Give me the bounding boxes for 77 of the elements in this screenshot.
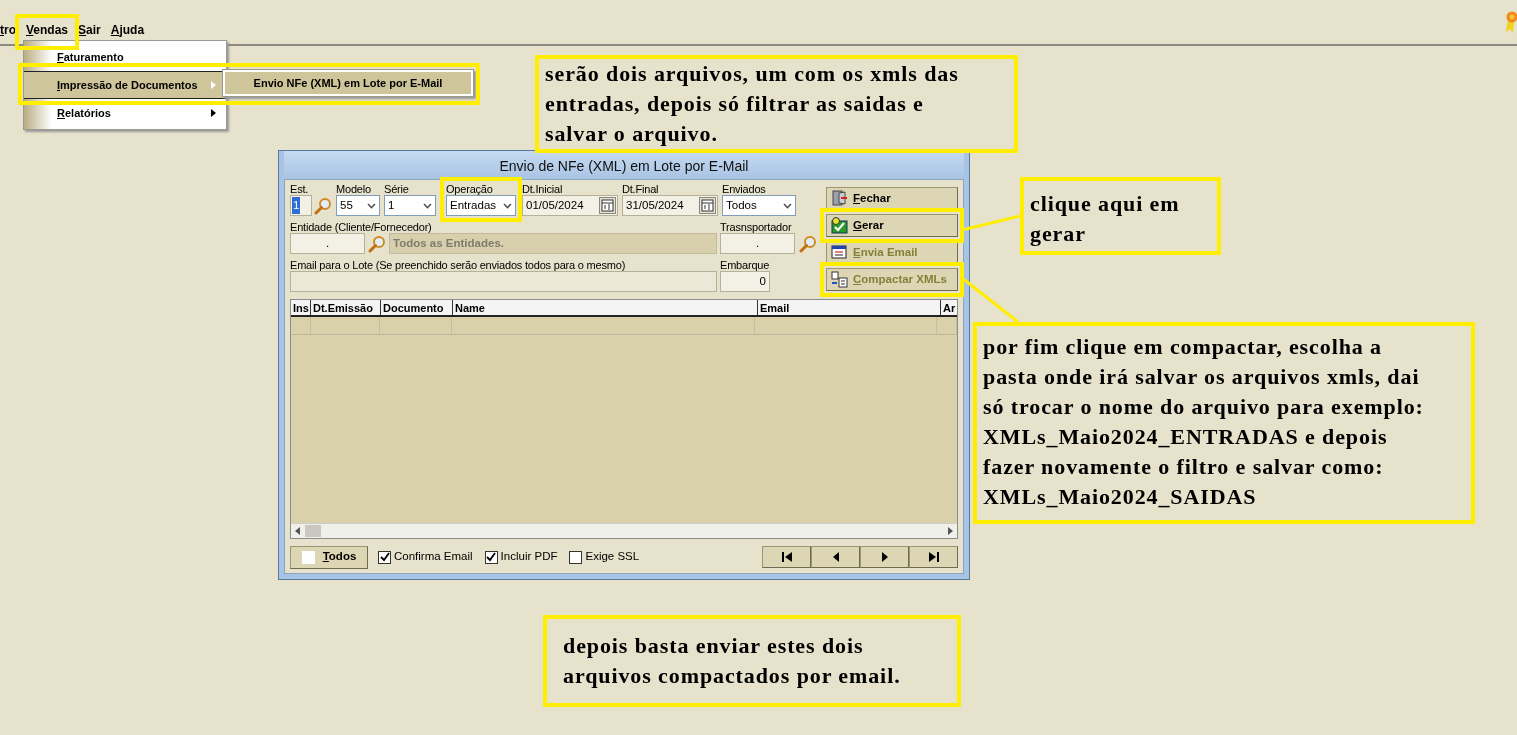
scroll-thumb[interactable] <box>305 525 321 537</box>
column-header[interactable]: Email <box>758 300 941 315</box>
text-field[interactable]: . <box>720 233 795 254</box>
caret-icon[interactable] <box>503 202 512 209</box>
navigation-button[interactable] <box>811 546 860 568</box>
navigation-button[interactable] <box>909 546 958 568</box>
column-header[interactable]: Dt.Emissão <box>311 300 381 315</box>
callout-note: depois basta enviar estes dois arquivos compactados por email. <box>543 615 961 707</box>
callout-note: clique aqui em gerar <box>1020 177 1221 255</box>
menu-item[interactable]: Faturamento <box>24 43 226 71</box>
checkbox[interactable]: Exige SSL <box>569 548 640 566</box>
submenu-arrow-icon <box>211 109 216 117</box>
field-label: Enviados <box>722 183 767 195</box>
navigation-button[interactable] <box>762 546 811 568</box>
menu-item[interactable]: tro <box>0 20 21 44</box>
column-header[interactable]: Ins <box>291 300 311 315</box>
text-field[interactable]: . <box>290 233 365 254</box>
select-field[interactable]: 55 <box>336 195 380 216</box>
field-label: Email para o Lote (Se preenchido serão enviados todos para o mesmo) <box>290 259 627 271</box>
navigation-button[interactable] <box>860 546 909 568</box>
field-label: Modelo <box>336 183 372 195</box>
submenu-arrow-icon <box>211 81 216 89</box>
callout-note: serão dois arquivos, um com os xmls das entradas, depois só filtrar as saidas e salvar o arquivo. <box>535 55 1018 153</box>
field-label: Série <box>384 183 410 195</box>
column-header[interactable]: Documento <box>381 300 453 315</box>
calendar-icon[interactable] <box>599 197 616 214</box>
horizontal-scrollbar[interactable] <box>291 523 957 538</box>
ribbon-icon <box>1505 10 1517 34</box>
text-field[interactable] <box>290 271 717 292</box>
menu-item[interactable]: Impressão de Documentos <box>24 71 226 99</box>
checkbox[interactable]: Incluir PDF <box>484 548 558 566</box>
menu-item[interactable]: Relatórios <box>24 99 226 127</box>
first-icon <box>780 551 793 563</box>
search-icon[interactable] <box>799 234 817 253</box>
check-icon <box>831 217 848 234</box>
calendar-icon[interactable] <box>699 197 716 214</box>
window-title: Envio de NFe (XML) em Lote por E-Mail <box>284 151 964 179</box>
select-field[interactable]: 1 <box>384 195 436 216</box>
field-label: Embarque <box>720 259 770 271</box>
text-field[interactable]: 0 <box>720 271 770 292</box>
field-label: Trasnsportador <box>720 221 793 233</box>
leader-line <box>554 148 562 155</box>
field-label: Est. <box>290 183 310 195</box>
field-label: Operação <box>446 183 494 195</box>
search-icon[interactable] <box>314 196 332 215</box>
caret-icon[interactable] <box>423 202 432 209</box>
scroll-left-icon[interactable] <box>293 526 303 536</box>
search-icon[interactable] <box>368 234 386 253</box>
last-icon <box>927 551 940 563</box>
menu-item[interactable]: Envio NFe (XML) em Lote por E-Mail <box>225 72 471 94</box>
column-header[interactable]: Ar <box>941 300 957 315</box>
field-label: Entidade (Cliente/Fornecedor) <box>290 221 433 233</box>
field-label: Dt.Inicial <box>522 183 564 195</box>
callout-note: por fim clique em compactar, escolha a pasta onde irá salvar os arquivos xmls, dai só trocar o nome do arquivo para exemplo: XMLs_Maio2024_ENTRADAS e depois fazer novamente o filtro e salvar como: XMLs_Maio2024_SAIDAS <box>973 322 1475 524</box>
menu-item[interactable]: Vendas <box>21 20 74 44</box>
compress-icon <box>831 271 848 288</box>
leader-line <box>963 214 1021 231</box>
select-field[interactable]: Entradas <box>446 195 516 216</box>
column-header[interactable]: Name <box>453 300 758 315</box>
caret-icon[interactable] <box>367 202 376 209</box>
door-icon <box>831 190 848 207</box>
select-field[interactable]: Todos <box>722 195 796 216</box>
email-icon <box>831 244 848 261</box>
select-all-button[interactable]: Todos <box>290 545 368 569</box>
checkmark-icon <box>378 551 391 563</box>
date-field[interactable]: 01/05/2024 <box>522 195 618 216</box>
date-field[interactable]: 31/05/2024 <box>622 195 718 216</box>
action-button[interactable]: Fechar <box>826 187 958 210</box>
leader-line <box>963 278 1019 324</box>
menu-item[interactable]: Ajuda <box>105 20 150 44</box>
text-field[interactable]: 1 <box>290 195 312 216</box>
scroll-right-icon[interactable] <box>945 526 955 536</box>
checkmark-icon <box>485 551 498 563</box>
caret-icon[interactable] <box>783 202 792 209</box>
action-button[interactable]: Gerar <box>826 214 958 237</box>
checkbox[interactable]: Confirma Email <box>378 548 473 566</box>
field-label: Dt.Final <box>622 183 660 195</box>
